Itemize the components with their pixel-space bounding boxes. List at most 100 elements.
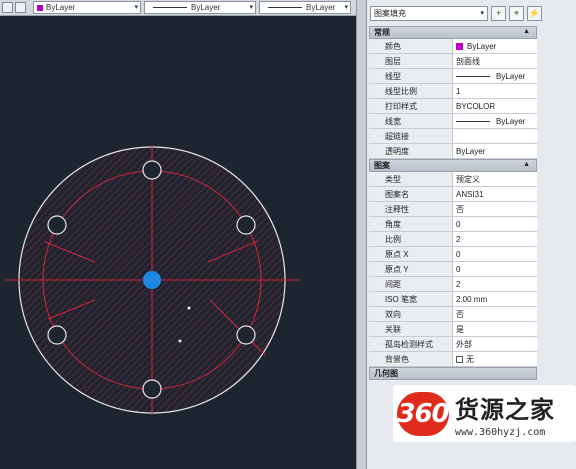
property-name: 线宽 (369, 114, 453, 128)
property-value-text: 0 (456, 264, 461, 274)
line-sample (456, 120, 490, 122)
logo-name: 货源之家 (455, 395, 555, 424)
property-value[interactable] (453, 129, 537, 143)
point-marker (178, 339, 182, 343)
drawing-canvas[interactable] (0, 17, 356, 469)
line-sample (456, 75, 490, 77)
property-name: 原点 Y (369, 262, 453, 276)
bolt-hole[interactable] (142, 379, 162, 399)
logo-badge-text: 360 (397, 398, 449, 429)
property-value-text: 1 (456, 86, 461, 96)
property-row[interactable]: 孤岛检测样式 外部 (369, 337, 537, 352)
bolt-hole[interactable] (236, 215, 256, 235)
property-value[interactable]: 0 (453, 217, 537, 231)
property-value-text: 2.00 mm (456, 294, 488, 304)
point-marker (187, 306, 191, 310)
property-value[interactable]: 2.00 mm (453, 292, 537, 306)
property-value[interactable]: 预定义 (453, 172, 537, 186)
property-row[interactable]: 超链接 (369, 129, 537, 144)
property-name: ISO 笔宽 (369, 292, 453, 306)
property-row[interactable]: 双向否 (369, 307, 537, 322)
property-row[interactable]: 线型比例 1 (369, 84, 537, 99)
property-row[interactable]: 关联是 (369, 322, 537, 337)
match-layer-icon[interactable] (15, 2, 26, 13)
property-value[interactable]: 是 (453, 322, 537, 336)
collapse-icon[interactable]: ▲ (523, 161, 530, 168)
property-value[interactable]: 1 (453, 84, 537, 98)
property-row[interactable]: 比例 2 (369, 232, 537, 247)
property-value[interactable]: ANSI31 (453, 187, 537, 201)
property-name: 间距 (369, 277, 453, 291)
property-name: 超链接 (369, 129, 453, 143)
property-value[interactable]: ByLayer (453, 69, 537, 83)
property-value[interactable]: 否 (453, 202, 537, 216)
property-row[interactable]: ISO 笔宽 2.00 mm (369, 292, 537, 307)
bolt-hole[interactable] (47, 325, 67, 345)
toggle-pickadd-icon[interactable]: + (491, 5, 506, 21)
center-point[interactable] (143, 271, 161, 289)
property-value[interactable]: ByLayer (453, 114, 537, 128)
property-name: 孤岛检测样式 (369, 337, 453, 351)
property-name: 双向 (369, 307, 453, 321)
property-value[interactable]: 外部 (453, 337, 537, 351)
property-row[interactable]: 间距 2 (369, 277, 537, 292)
property-row[interactable]: 打印样式 BYCOLOR (369, 99, 537, 114)
property-value[interactable]: 0 (453, 262, 537, 276)
property-row[interactable]: 原点 X0 (369, 247, 537, 262)
property-row[interactable]: 线型 ByLayer (369, 69, 537, 84)
property-row[interactable]: 原点 Y0 (369, 262, 537, 277)
palette-header: 图案填充 ▾ + ⌖ ⚡ (367, 0, 576, 26)
section-general: 常规 ▲ 颜色 ByLayer 图层 剖面线 线型 ByLayer 线型比例 1 打印样式 BYCOL… (369, 26, 537, 159)
linetype-dropdown[interactable]: ByLayer ▾ (144, 1, 256, 14)
section-title: 图案 (374, 161, 390, 170)
property-value[interactable]: 2 (453, 232, 537, 246)
object-type-dropdown[interactable]: 图案填充 ▾ (370, 5, 488, 21)
palette-splitter[interactable] (356, 0, 367, 469)
property-row[interactable]: 线宽 ByLayer (369, 114, 537, 129)
logo-badge: 360 (397, 391, 450, 436)
property-row[interactable]: 类型 预定义 (369, 172, 537, 187)
property-row[interactable]: 注释性否 (369, 202, 537, 217)
lineweight-sample (268, 7, 302, 8)
lineweight-dropdown[interactable]: ByLayer ▾ (259, 1, 351, 14)
property-row[interactable]: 角度 0 (369, 217, 537, 232)
property-name: 注释性 (369, 202, 453, 216)
bolt-hole[interactable] (142, 160, 162, 180)
properties-toolbar: ByLayer ▾ ByLayer ▾ ByLayer ▾ (0, 0, 356, 16)
layer-icon[interactable] (2, 2, 13, 13)
property-name: 打印样式 (369, 99, 453, 113)
property-value[interactable]: 否 (453, 307, 537, 321)
color-dropdown[interactable]: ByLayer ▾ (33, 1, 141, 14)
bolt-hole[interactable] (47, 215, 67, 235)
property-value[interactable]: ByLayer (453, 144, 537, 158)
quick-select-icon[interactable]: ⚡ (527, 5, 542, 21)
property-value-text: 剖面线 (456, 56, 480, 66)
property-name: 类型 (369, 172, 453, 186)
property-value[interactable]: BYCOLOR (453, 99, 537, 113)
property-value[interactable]: ByLayer (453, 39, 537, 53)
property-value-text: 无 (466, 354, 474, 364)
property-row[interactable]: 透明度 ByLayer (369, 144, 537, 159)
property-row[interactable]: 颜色 ByLayer (369, 39, 537, 54)
section-header[interactable]: 常规 ▲ (369, 26, 537, 39)
property-value[interactable]: 0 (453, 247, 537, 261)
select-objects-icon[interactable]: ⌖ (509, 5, 524, 21)
property-value[interactable]: 剖面线 (453, 54, 537, 68)
color-swatch (456, 42, 463, 50)
property-value-text: 否 (456, 309, 464, 319)
property-name: 透明度 (369, 144, 453, 158)
property-name: 比例 (369, 232, 453, 246)
section-header[interactable]: 几何图 (369, 367, 537, 380)
property-value[interactable]: 2 (453, 277, 537, 291)
property-value[interactable]: 无 (453, 352, 537, 366)
property-row[interactable]: 图层 剖面线 (369, 54, 537, 69)
bolt-hole[interactable] (236, 325, 256, 345)
property-value-text: ByLayer (496, 71, 526, 81)
collapse-icon[interactable]: ▲ (523, 28, 530, 35)
chevron-down-icon: ▾ (344, 4, 348, 11)
section-header[interactable]: 图案 ▲ (369, 159, 537, 172)
lineweight-dropdown-value: ByLayer (306, 3, 336, 12)
property-row[interactable]: 图案名 ANSI31 (369, 187, 537, 202)
property-name: 角度 (369, 217, 453, 231)
property-row[interactable]: 背景色 无 (369, 352, 537, 367)
